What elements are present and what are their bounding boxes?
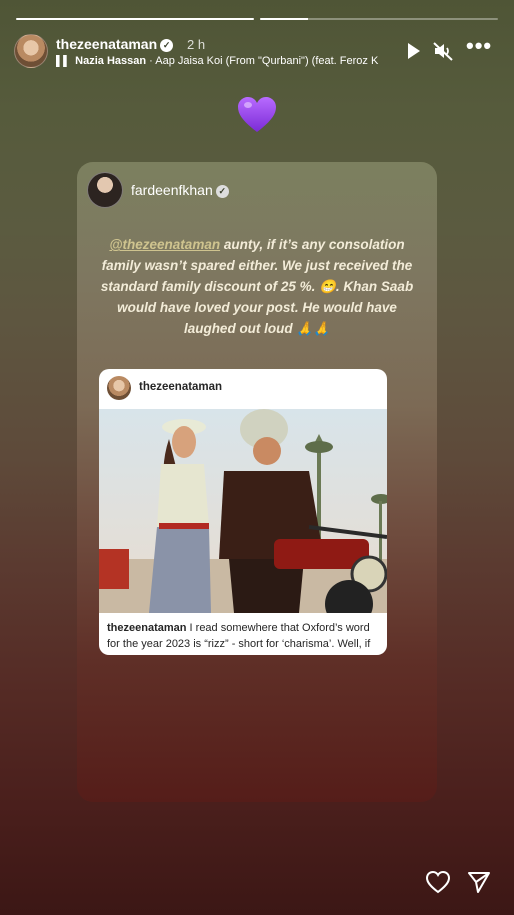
avatar[interactable] [87,172,123,208]
more-icon[interactable]: ••• [466,35,491,61]
caption-username[interactable]: thezeenataman [107,622,186,634]
post-caption: thezeenataman I read somewhere that Oxfo… [107,620,383,655]
verified-icon: ✓ [215,184,229,198]
username[interactable]: thezeenataman ✓ [56,36,174,52]
story-text: @thezeenataman aunty, if it’s any consol… [95,234,419,339]
embedded-post[interactable]: thezeenataman thezeenataman I read somew… [99,369,387,655]
music-info[interactable]: ▌▌ Nazia Hassan · Aap Jaisa Koi (From "Qu… [56,55,396,67]
author-name[interactable]: fardeenfkhan ✓ [131,182,229,198]
heart-icon[interactable] [425,869,451,895]
post-username[interactable]: thezeenataman [139,381,222,393]
avatar[interactable] [107,376,131,400]
mute-icon[interactable] [432,40,454,62]
progress-segment [260,18,498,20]
audio-bars-icon: ▌▌ [56,56,71,67]
avatar[interactable] [14,34,48,68]
verified-icon: ✓ [160,38,174,52]
story-progress [16,18,498,20]
story-header: thezeenataman ✓ 2 h ▌▌ Nazia Hassan · Aap … [14,34,500,70]
music-separator: · [149,55,153,67]
progress-segment [16,18,254,20]
purple-heart-icon [238,97,276,132]
author-text[interactable]: fardeenfkhan [131,182,213,198]
post-photo[interactable] [99,409,387,613]
shared-story-card[interactable]: fardeenfkhan ✓ @thezeenataman aunty, if i… [77,162,437,802]
play-icon[interactable] [402,40,424,62]
progress-fill [260,18,308,20]
music-title: Aap Jaisa Koi (From "Qurbani") (feat. Fe… [155,55,379,67]
send-icon[interactable] [467,870,491,894]
username-text[interactable]: thezeenataman [56,36,157,52]
post-time: 2 h [187,37,206,52]
music-artist: Nazia Hassan [75,55,147,67]
progress-fill [16,18,254,20]
mention-link[interactable]: @thezeenataman [109,237,220,252]
